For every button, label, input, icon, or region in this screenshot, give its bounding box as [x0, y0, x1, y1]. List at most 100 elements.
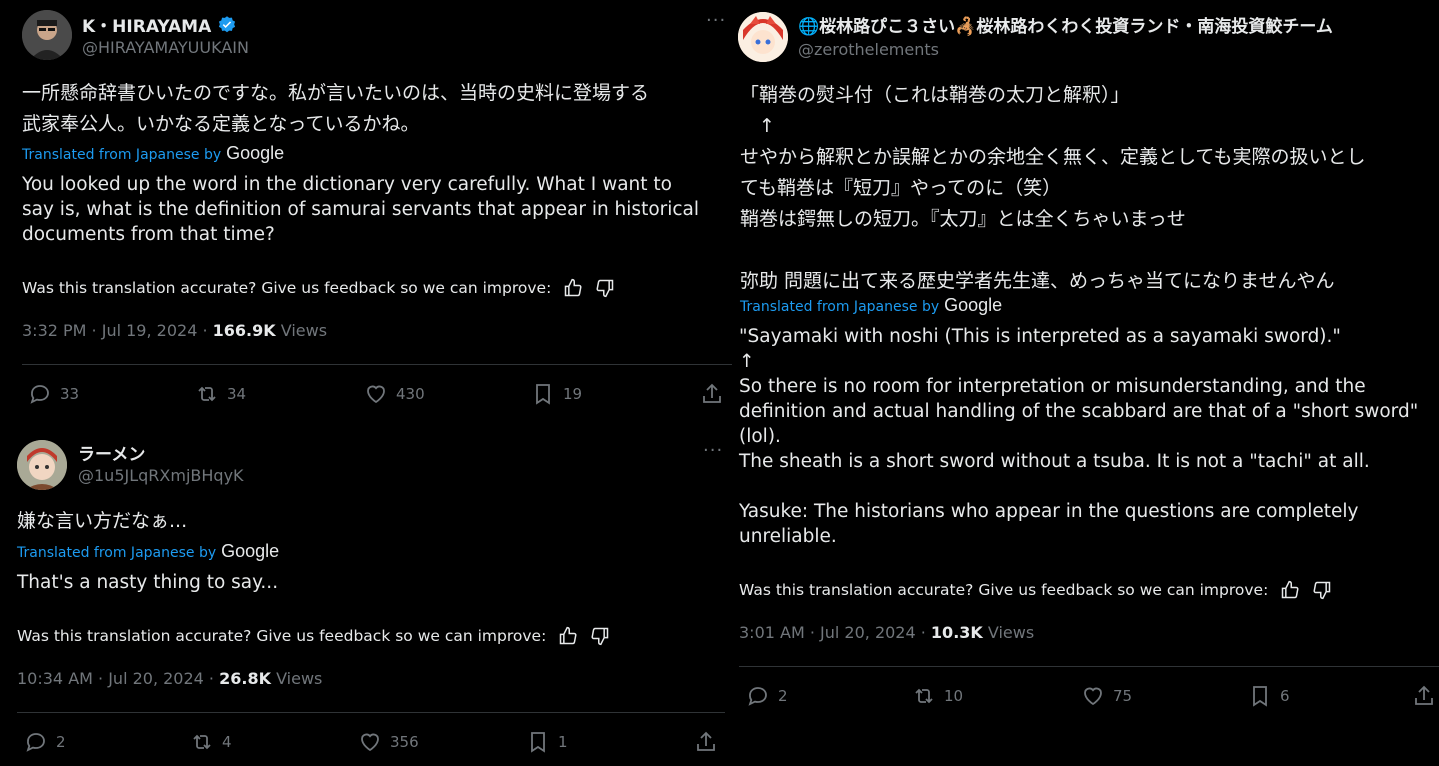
original-line: 一所懸命辞書ひいたのですな。私が言いたいのは、当時の史料に登場する	[22, 82, 650, 104]
translated-text: That's a nasty thing to say...	[17, 570, 278, 595]
original-line: ↑	[740, 115, 775, 137]
translated-text: You looked up the word in the dictionary…	[22, 172, 699, 247]
like-count: 356	[390, 733, 419, 751]
original-line: 武家奉公人。いかなる定義となっているかね。	[22, 113, 420, 135]
thumbs-up-icon[interactable]	[563, 278, 583, 298]
views-count: 26.8K	[219, 669, 271, 688]
heart-icon	[361, 733, 379, 752]
translated-line: say is, what is the definition of samura…	[22, 199, 700, 220]
original-line: 鞘巻は鍔無しの短刀。『太刀』とは全くちゃいまっせ	[740, 208, 1186, 230]
more-options-icon[interactable]: ···	[706, 10, 726, 31]
like-button[interactable]: 75	[1081, 684, 1132, 708]
translated-line: Yasuke: The historians who appear in the…	[739, 501, 1359, 522]
divider	[17, 712, 725, 713]
avatar-image	[17, 440, 67, 490]
heart-icon	[367, 385, 385, 404]
translated-label: Translated from Japanese by	[740, 299, 940, 315]
display-name[interactable]: 🌐桜林路ぴこ３さい🦂桜林路わくわく投資ランド・南海投資鮫チーム	[798, 12, 1333, 37]
share-button[interactable]	[1412, 684, 1436, 708]
tweet-2: ラーメン @1u5JLqRXmjBHqyK ··· 嫌な言い方だなぁ... Tr…	[0, 420, 732, 766]
google-logo: Google	[221, 541, 280, 561]
avatar[interactable]	[22, 10, 72, 60]
translation-feedback: Was this translation accurate? Give us f…	[739, 580, 1332, 600]
google-logo: Google	[944, 295, 1003, 315]
reply-count: 2	[56, 733, 66, 751]
translated-line: definition and actual handling of the sc…	[739, 401, 1419, 422]
share-button[interactable]	[694, 730, 718, 754]
like-button[interactable]: 356	[358, 730, 419, 754]
translated-line: documents from that time?	[22, 224, 275, 245]
thumbs-up-icon[interactable]	[558, 626, 578, 646]
original-text: 「鞘巻の熨斗付（これは鞘巻の太刀と解釈）」 ↑ せやから解釈とか誤解とかの余地全…	[740, 80, 1365, 297]
timestamp-views[interactable]: 3:01 AM · Jul 20, 2024 · 10.3K Views	[739, 623, 1034, 642]
avatar-image	[738, 12, 788, 62]
views-count: 166.9K	[212, 321, 276, 340]
timestamp-views[interactable]: 10:34 AM · Jul 20, 2024 · 26.8K Views	[17, 669, 322, 688]
original-line: ても鞘巻は『短刀』やってのに（笑）	[740, 177, 1062, 199]
repost-count: 4	[222, 733, 232, 751]
panel-gap	[0, 412, 732, 420]
bookmark-icon	[536, 384, 550, 405]
thumbs-down-icon[interactable]	[595, 278, 615, 298]
translated-text: "Sayamaki with noshi (This is interprete…	[739, 324, 1418, 549]
translated-by[interactable]: Translated from Japanese by Google	[22, 143, 284, 164]
reply-button[interactable]: 2	[24, 730, 66, 754]
feedback-prompt: Was this translation accurate? Give us f…	[17, 627, 547, 645]
share-button[interactable]	[700, 382, 724, 406]
views-count: 10.3K	[930, 623, 983, 642]
translated-by[interactable]: Translated from Japanese by Google	[740, 295, 1002, 316]
thumbs-up-icon[interactable]	[1280, 580, 1300, 600]
repost-count: 34	[227, 385, 247, 403]
reply-icon	[26, 733, 45, 752]
translated-line: You looked up the word in the dictionary…	[22, 174, 672, 195]
reply-button[interactable]: 33	[28, 382, 79, 406]
reply-button[interactable]: 2	[746, 684, 788, 708]
repost-button[interactable]: 34	[195, 382, 246, 406]
timestamp: 3:32 PM · Jul 19, 2024 ·	[22, 321, 213, 340]
timestamp: 10:34 AM · Jul 20, 2024 ·	[17, 669, 220, 688]
original-line: せやから解釈とか誤解とかの余地全く無く、定義としても実際の扱いとし	[740, 146, 1366, 168]
verified-badge-icon	[219, 15, 236, 32]
thumbs-down-icon[interactable]	[590, 626, 610, 646]
like-button[interactable]: 430	[364, 382, 425, 406]
timestamp-views[interactable]: 3:32 PM · Jul 19, 2024 · 166.9K Views	[22, 321, 327, 340]
repost-icon	[198, 386, 216, 402]
original-text: 嫌な言い方だなぁ...	[17, 506, 187, 537]
handle[interactable]: @zerothelements	[798, 40, 939, 59]
divider	[739, 666, 1439, 667]
share-icon	[697, 731, 715, 751]
bookmark-count: 6	[1280, 687, 1290, 705]
translated-line-blank	[739, 474, 1418, 499]
reply-icon	[748, 687, 767, 706]
views-label: Views	[275, 321, 328, 340]
translated-line: So there is no room for interpretation o…	[739, 376, 1366, 397]
translated-line: (lol).	[739, 426, 781, 447]
divider	[22, 364, 732, 365]
bookmark-button[interactable]: 1	[526, 730, 568, 754]
like-count: 430	[396, 385, 425, 403]
more-options-icon[interactable]: ···	[703, 440, 723, 461]
translated-label: Translated from Japanese by	[17, 545, 217, 561]
avatar[interactable]	[17, 440, 67, 490]
repost-button[interactable]: 4	[190, 730, 232, 754]
avatar-image	[22, 10, 72, 60]
handle[interactable]: @1u5JLqRXmjBHqyK	[78, 466, 244, 485]
timestamp: 3:01 AM · Jul 20, 2024 ·	[739, 623, 931, 642]
heart-icon	[1084, 687, 1102, 706]
thumbs-down-icon[interactable]	[1312, 580, 1332, 600]
bookmark-button[interactable]: 19	[531, 382, 582, 406]
bookmark-icon	[531, 732, 545, 753]
display-name[interactable]: K・HIRAYAMA	[82, 12, 237, 37]
display-name[interactable]: ラーメン	[78, 440, 145, 465]
avatar[interactable]	[738, 12, 788, 62]
translated-line: ↑	[739, 351, 755, 372]
reply-count: 2	[778, 687, 788, 705]
repost-button[interactable]: 10	[912, 684, 963, 708]
bookmark-button[interactable]: 6	[1248, 684, 1290, 708]
repost-icon	[193, 734, 211, 750]
tweet-1: K・HIRAYAMA @HIRAYAMAYUUKAIN ··· 一所懸命辞書ひい…	[0, 0, 732, 412]
translated-by[interactable]: Translated from Japanese by Google	[17, 541, 279, 562]
original-line: 弥助 問題に出て来る歴史学者先生達、めっちゃ当てになりませんやん	[740, 270, 1335, 292]
translation-feedback: Was this translation accurate? Give us f…	[17, 626, 610, 646]
handle[interactable]: @HIRAYAMAYUUKAIN	[82, 38, 249, 57]
